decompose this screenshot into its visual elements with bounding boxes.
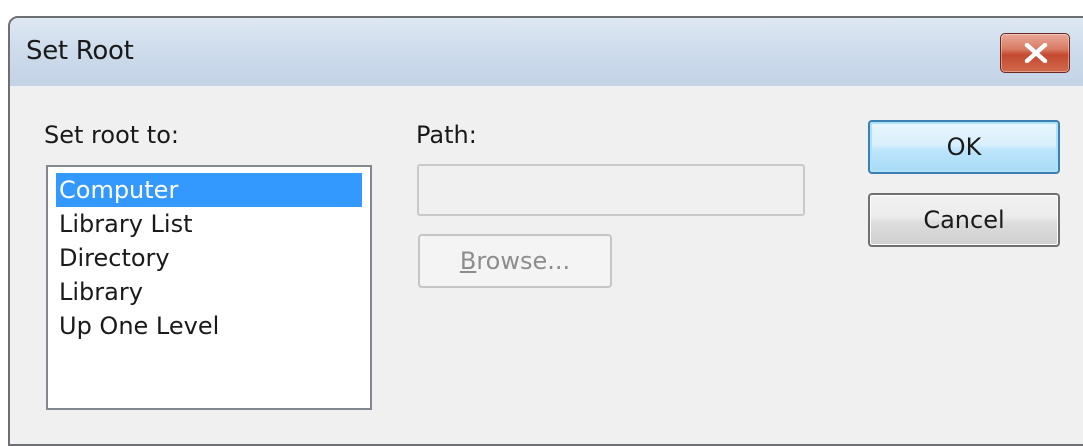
ok-button[interactable]: OK	[868, 120, 1060, 174]
close-x-icon	[1024, 43, 1048, 63]
title-bar[interactable]: Set Root	[10, 18, 1083, 86]
root-listbox[interactable]: Computer Library List Directory Library …	[46, 165, 372, 410]
dialog-title: Set Root	[26, 36, 134, 66]
list-item-library-list[interactable]: Library List	[56, 207, 362, 241]
list-item-directory[interactable]: Directory	[56, 241, 362, 275]
browse-label: rowse...	[476, 247, 571, 275]
browse-button[interactable]: Browse...	[418, 234, 612, 288]
close-button[interactable]	[1000, 33, 1070, 73]
list-item-library[interactable]: Library	[56, 275, 362, 309]
set-root-dialog: Set Root Set root to: Computer Library L…	[8, 16, 1083, 446]
list-item-up-one-level[interactable]: Up One Level	[56, 309, 362, 343]
browse-mnemonic: B	[459, 247, 477, 275]
list-item-computer[interactable]: Computer	[56, 173, 362, 207]
path-input[interactable]	[417, 164, 805, 216]
dialog-content: Set root to: Computer Library List Direc…	[10, 86, 1083, 444]
set-root-label: Set root to:	[44, 121, 179, 149]
cancel-button[interactable]: Cancel	[868, 193, 1060, 247]
path-label: Path:	[416, 121, 477, 149]
